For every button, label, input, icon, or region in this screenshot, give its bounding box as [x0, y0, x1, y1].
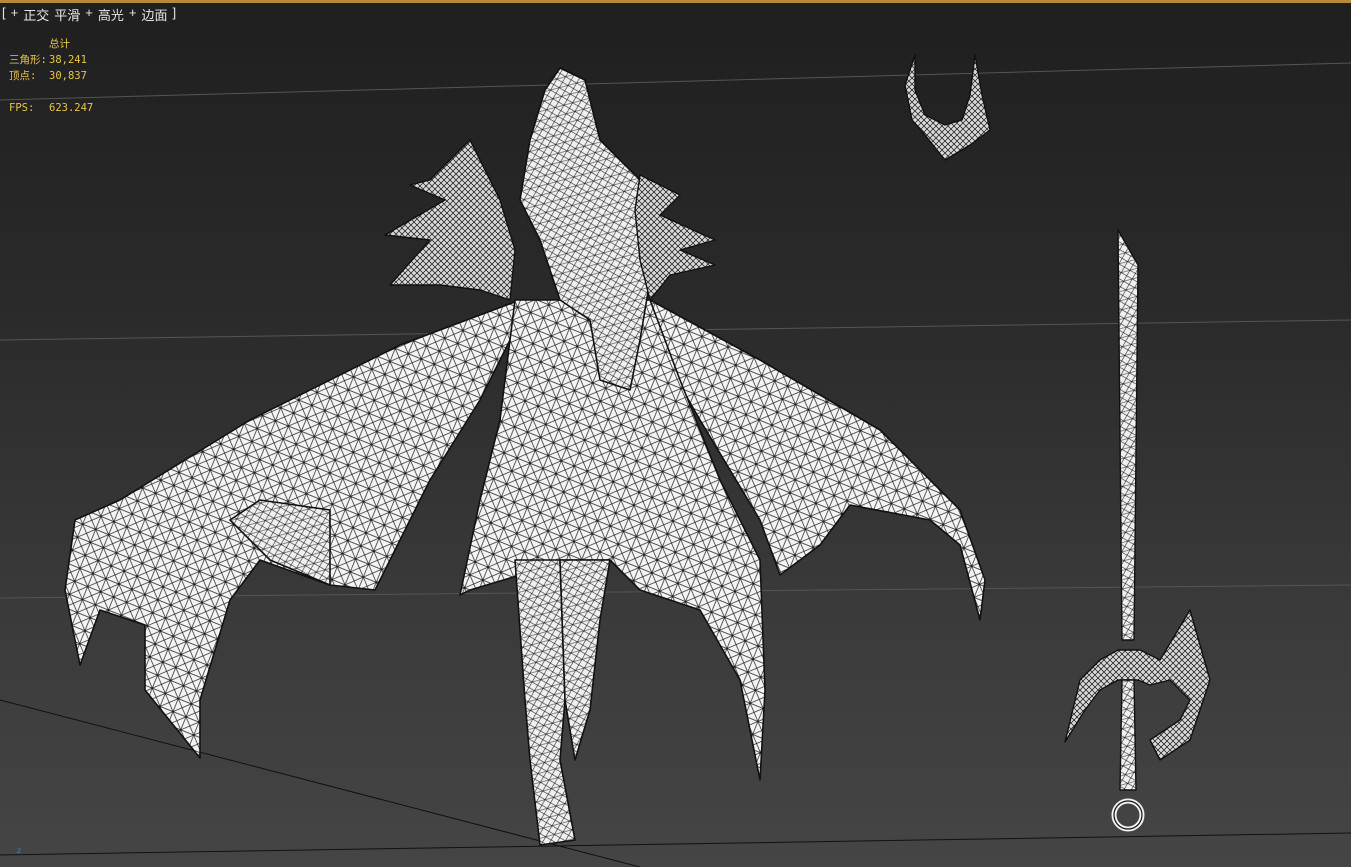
- stats-triangles-label: 三角形:: [9, 54, 47, 66]
- viewport-shading-menu[interactable]: 平滑: [54, 5, 80, 24]
- character-shoulder-armor-right: [634, 174, 716, 301]
- viewport-shading-option-plus: +: [85, 5, 93, 20]
- 3d-viewport[interactable]: [ + 正交 平滑 + 高光 + 边面 ] 总计 三角形: 38,241 顶点:…: [0, 0, 1351, 867]
- stats-fps-row: FPS: 623.247: [9, 100, 93, 116]
- viewport-general-menu[interactable]: +: [11, 5, 19, 24]
- horned-crown-model: [904, 54, 991, 161]
- viewport-label-menu[interactable]: [ + 正交 平滑 + 高光 + 边面 ]: [2, 5, 176, 24]
- stats-vertices-label: 顶点:: [9, 70, 37, 82]
- viewport-scene: [0, 54, 1351, 867]
- character-shoulder-armor-left: [384, 139, 516, 301]
- viewport-label-close-bracket: ]: [172, 5, 177, 20]
- viewport-point-of-view-menu[interactable]: 正交: [23, 5, 49, 24]
- stats-total-header: 总计: [49, 38, 70, 50]
- stats-fps-label: FPS:: [9, 102, 35, 114]
- sword-model: [1064, 229, 1211, 832]
- viewport-edged-faces-plus: +: [128, 5, 137, 20]
- stats-vertices-value: 30,837: [49, 70, 87, 82]
- viewport-label-open-bracket: [: [2, 5, 6, 20]
- viewport-highlights-option[interactable]: 高光: [98, 5, 124, 24]
- character-cape-left: [64, 299, 521, 759]
- stats-triangles-row: 三角形: 38,241: [9, 52, 93, 68]
- viewport-edged-faces-option[interactable]: 边面: [141, 5, 167, 24]
- stats-vertices-row: 顶点: 30,837: [9, 68, 93, 84]
- viewport-statistics: 总计 三角形: 38,241 顶点: 30,837 FPS: 623.247: [9, 36, 93, 116]
- stats-triangles-value: 38,241: [49, 54, 87, 66]
- axis-gizmo-z: z: [17, 846, 22, 855]
- stats-fps-value: 623.247: [49, 102, 94, 114]
